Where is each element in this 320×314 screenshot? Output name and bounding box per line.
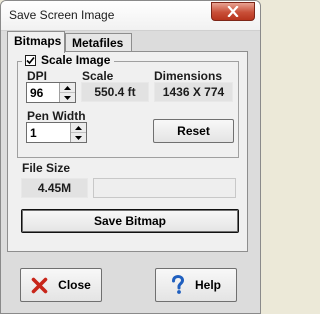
window-close-button[interactable] xyxy=(211,2,255,21)
file-size-extra-field xyxy=(93,178,236,198)
spin-down-icon[interactable] xyxy=(71,133,86,142)
pen-width-label: Pen Width xyxy=(27,109,86,123)
tab-metafiles[interactable]: Metafiles xyxy=(65,33,132,53)
dpi-spin-buttons[interactable] xyxy=(59,83,75,102)
scale-label: Scale xyxy=(82,69,114,83)
pen-width-value[interactable]: 1 xyxy=(30,126,37,140)
dpi-value[interactable]: 96 xyxy=(30,86,43,100)
save-screen-image-dialog: Save Screen Image Bitmaps Metafiles Scal… xyxy=(0,0,261,314)
pen-width-spinner[interactable]: 1 xyxy=(26,122,87,143)
dimensions-label: Dimensions xyxy=(154,69,223,83)
spin-up-icon[interactable] xyxy=(71,123,86,133)
scale-value: 550.4 ft xyxy=(81,82,149,102)
dpi-label: DPI xyxy=(27,69,48,83)
check-icon xyxy=(26,56,35,64)
pen-width-spin-buttons[interactable] xyxy=(70,123,86,142)
dpi-spinner[interactable]: 96 xyxy=(26,82,76,103)
reset-button[interactable]: Reset xyxy=(153,119,234,143)
close-button-label: Close xyxy=(58,278,91,292)
spin-down-icon[interactable] xyxy=(60,93,75,102)
close-icon xyxy=(227,6,239,17)
checkbox[interactable] xyxy=(25,54,36,66)
title-bar[interactable]: Save Screen Image xyxy=(1,1,260,31)
window-title: Save Screen Image xyxy=(9,8,115,22)
spin-up-icon[interactable] xyxy=(60,83,75,93)
tab-bitmaps[interactable]: Bitmaps xyxy=(7,31,65,53)
scale-image-label: Scale Image xyxy=(41,53,111,67)
file-size-value: 4.45M xyxy=(21,178,88,198)
help-button-label: Help xyxy=(194,278,221,292)
file-size-label: File Size xyxy=(22,161,71,175)
dimensions-value: 1436 X 774 xyxy=(154,82,233,102)
scale-image-checkbox[interactable]: Scale Image xyxy=(22,52,115,68)
question-mark-icon xyxy=(171,275,184,294)
save-bitmap-button[interactable]: Save Bitmap xyxy=(21,209,239,233)
close-button[interactable]: Close xyxy=(20,268,102,302)
red-x-icon xyxy=(31,277,48,293)
help-button[interactable]: Help xyxy=(155,268,237,302)
